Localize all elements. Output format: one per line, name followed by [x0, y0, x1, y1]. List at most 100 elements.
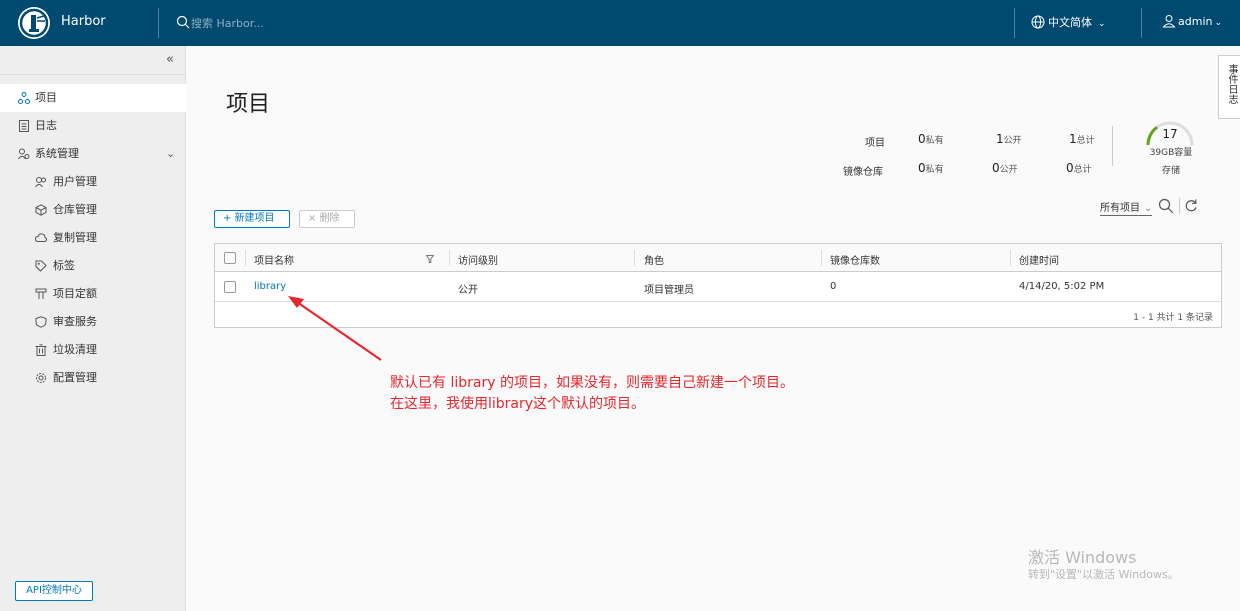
tag-icon: [35, 260, 47, 272]
chevron-down-icon: ⌄: [1214, 18, 1223, 28]
chevron-down-icon: ⌄: [1098, 19, 1106, 29]
page-title: 项目: [226, 92, 271, 117]
quota-icon: [35, 288, 47, 299]
sidebar-item-label: 项目定额: [53, 287, 97, 300]
row-checkbox[interactable]: [224, 281, 236, 293]
column-header-access[interactable]: 访问级别: [458, 252, 498, 267]
table-header: 项目名称 访问级别 角色 镜像仓库数 创建时间: [215, 244, 1221, 272]
api-explorer-button[interactable]: API控制中心: [15, 581, 93, 601]
event-log-label: 事件日志: [1226, 64, 1237, 104]
stat-repos-total: 0总计: [1066, 161, 1092, 175]
registry-icon: [35, 204, 47, 216]
storage-label: 存储: [1161, 166, 1180, 176]
filter-icon[interactable]: [426, 255, 434, 263]
shield-icon: [35, 316, 47, 328]
stats-divider: [1112, 126, 1113, 166]
harbor-logo-icon[interactable]: [18, 7, 50, 39]
gear-icon: [36, 373, 46, 383]
sidebar-item-labels[interactable]: 标签: [0, 252, 186, 280]
sidebar-item-label: 用户管理: [53, 175, 97, 188]
collapse-sidebar-icon[interactable]: «: [166, 52, 174, 67]
language-label: 中文简体: [1048, 16, 1092, 29]
sidebar-item-label: 垃圾清理: [53, 343, 97, 356]
sidebar-item-registries[interactable]: 仓库管理: [0, 196, 186, 224]
cell-role: 项目管理员: [644, 285, 694, 296]
annotation-line-1: 默认已有 library 的项目，如果没有，则需要自己新建一个项目。: [390, 375, 794, 391]
admin-icon: [18, 148, 30, 160]
logs-icon: [19, 120, 29, 132]
users-icon: [35, 177, 46, 188]
annotation-arrow: [288, 296, 382, 361]
column-divider: [449, 250, 450, 266]
user-icon: [1162, 15, 1176, 28]
chevron-down-icon: ⌄: [1144, 203, 1153, 214]
sidebar-item-label: 复制管理: [53, 231, 97, 244]
watermark-subtitle: 转到"设置"以激活 Windows。: [1028, 568, 1179, 581]
delete-button[interactable]: × 删除: [299, 210, 355, 228]
sidebar-item-gc[interactable]: 垃圾清理: [0, 336, 186, 364]
sidebar-item-projects[interactable]: 项目: [0, 84, 186, 112]
sidebar-item-label: 审查服务: [53, 315, 97, 328]
column-header-repos[interactable]: 镜像仓库数: [830, 252, 880, 267]
sidebar-item-label: 配置管理: [53, 371, 97, 384]
sidebar-item-label: 日志: [35, 119, 57, 132]
column-header-role[interactable]: 角色: [644, 252, 664, 267]
projects-icon: [18, 92, 30, 104]
stat-repos-private: 0私有: [918, 161, 944, 175]
column-divider: [1010, 250, 1011, 266]
storage-count: 17: [1162, 127, 1178, 141]
top-header: Harbor 中文简体⌄ admin⌄: [0, 0, 1240, 46]
annotation-line-2: 在这里，我使用library这个默认的项目。: [390, 396, 646, 412]
sidebar-item-users[interactable]: 用户管理: [0, 168, 186, 196]
header-divider: [1141, 8, 1142, 38]
globe-icon: [1031, 15, 1045, 29]
sidebar: « 项目 日志 系统管理 ⌄ 用户管理 仓库管理 复制管理 标签 项目定额 审查…: [0, 46, 186, 611]
column-header-name[interactable]: 项目名称: [254, 252, 294, 267]
replication-icon: [35, 233, 47, 242]
column-divider: [634, 250, 635, 266]
global-search[interactable]: [176, 13, 356, 33]
sidebar-item-label: 仓库管理: [53, 203, 97, 216]
sidebar-item-config[interactable]: 配置管理: [0, 364, 186, 392]
sidebar-item-interrogation[interactable]: 审查服务: [0, 308, 186, 336]
stat-repos-label: 镜像仓库: [843, 167, 883, 178]
sidebar-item-label: 标签: [53, 259, 75, 272]
sidebar-item-label: 系统管理: [35, 147, 79, 160]
trash-icon: [35, 344, 47, 356]
refresh-icon[interactable]: [1184, 198, 1198, 214]
sidebar-item-quotas[interactable]: 项目定额: [0, 280, 186, 308]
project-filter-select[interactable]: 所有项目 ⌄: [1100, 199, 1153, 216]
chevron-down-icon[interactable]: ⌄: [166, 140, 175, 168]
search-input[interactable]: [191, 13, 351, 33]
stat-projects-label: 项目: [865, 138, 885, 149]
column-divider: [245, 250, 246, 266]
stat-projects-private: 0私有: [918, 132, 944, 146]
filter-label: 所有项目: [1100, 203, 1140, 214]
stat-repos-public: 0公开: [992, 161, 1018, 175]
cell-access: 公开: [458, 285, 478, 296]
new-project-button[interactable]: + 新建项目: [214, 210, 290, 228]
user-menu[interactable]: admin ⌄: [1162, 14, 1222, 28]
column-divider: [821, 250, 822, 266]
header-divider: [158, 8, 159, 38]
cell-repos: 0: [830, 281, 837, 292]
table-pagination-text: 1 - 1 共计 1 条记录: [1133, 313, 1213, 323]
header-divider: [1014, 8, 1015, 38]
event-log-tab[interactable]: 事件日志: [1218, 55, 1240, 119]
username: admin: [1178, 15, 1213, 28]
sidebar-item-admin[interactable]: 系统管理 ⌄: [0, 140, 186, 168]
toolbar-divider: [1179, 198, 1180, 214]
cell-created: 4/14/20, 5:02 PM: [1019, 281, 1105, 292]
stat-projects-public: 1公开: [996, 132, 1022, 146]
column-header-created[interactable]: 创建时间: [1019, 252, 1059, 267]
sidebar-item-replication[interactable]: 复制管理: [0, 224, 186, 252]
brand-name[interactable]: Harbor: [61, 14, 106, 29]
watermark-title: 激活 Windows: [1028, 548, 1137, 567]
sidebar-item-logs[interactable]: 日志: [0, 112, 186, 140]
select-all-checkbox[interactable]: [224, 252, 236, 264]
storage-capacity: 39GB容量: [1149, 148, 1193, 158]
stat-projects-total: 1总计: [1069, 132, 1095, 146]
search-icon[interactable]: [1158, 198, 1174, 214]
sidebar-divider: [0, 74, 186, 75]
language-selector[interactable]: 中文简体 ⌄: [1031, 14, 1106, 30]
